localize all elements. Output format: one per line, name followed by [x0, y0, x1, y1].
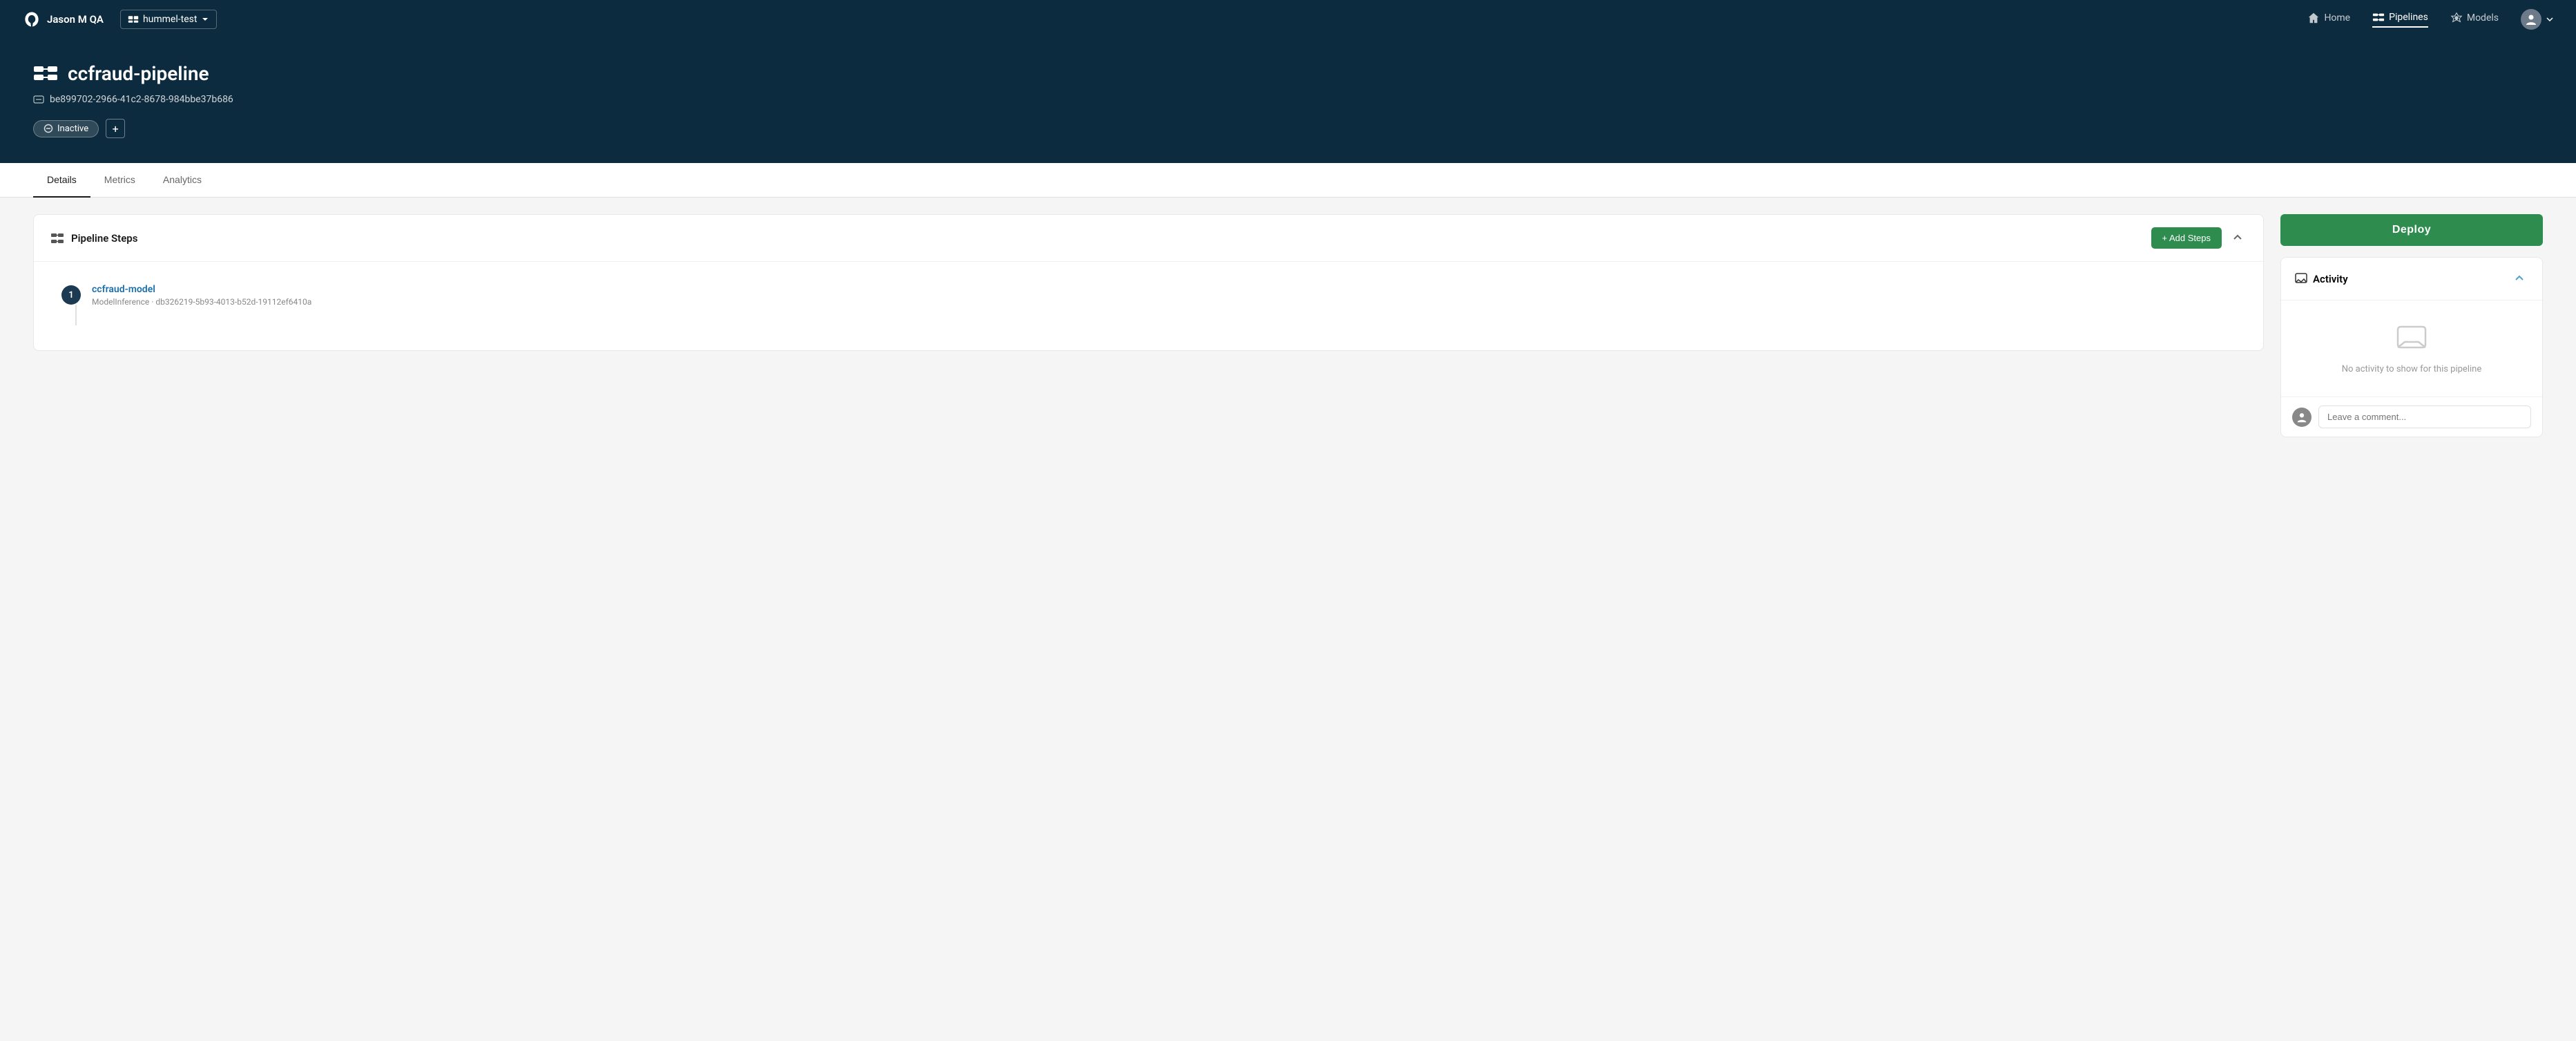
- home-icon: [2307, 12, 2320, 24]
- activity-icon: [2295, 273, 2307, 285]
- tab-metrics[interactable]: Metrics: [90, 163, 149, 198]
- nav-home-link[interactable]: Home: [2307, 12, 2350, 27]
- empty-activity-text: No activity to show for this pipeline: [2295, 364, 2528, 374]
- activity-chevron-up-icon: [2513, 271, 2526, 284]
- models-icon: [2450, 12, 2463, 24]
- collapse-button[interactable]: [2229, 228, 2247, 248]
- steps-icon: [50, 231, 64, 245]
- step-type: ModelInference: [92, 297, 149, 307]
- step-connector: [75, 305, 77, 325]
- brand-logo: Jason M QA: [22, 10, 104, 29]
- add-steps-button[interactable]: + Add Steps: [2151, 227, 2222, 249]
- step-info: ccfraud-model ModelInference · db326219-…: [92, 284, 2236, 307]
- navbar: Jason M QA hummel-test Home: [0, 0, 2576, 39]
- deploy-button[interactable]: Deploy: [2280, 214, 2543, 246]
- step-indicator: 1: [61, 284, 81, 325]
- comment-input[interactable]: [2318, 405, 2531, 428]
- activity-card: Activity No activity to show for this pi…: [2280, 257, 2543, 437]
- hero-section: ccfraud-pipeline be899702-2966-41c2-8678…: [0, 39, 2576, 163]
- hero-subtitle: be899702-2966-41c2-8678-984bbe37b686: [33, 94, 2543, 105]
- workspace-label: hummel-test: [143, 14, 198, 25]
- nav-models-label: Models: [2467, 12, 2499, 23]
- tab-analytics[interactable]: Analytics: [149, 163, 215, 198]
- comment-avatar: [2292, 408, 2311, 427]
- tabs-bar: Details Metrics Analytics: [0, 163, 2576, 198]
- step-item: 1 ccfraud-model ModelInference · db32621…: [50, 276, 2247, 334]
- activity-header: Activity: [2281, 258, 2542, 300]
- add-tag-button[interactable]: +: [106, 119, 125, 138]
- step-id: db326219-5b93-4013-b52d-19112ef6410a: [155, 297, 311, 307]
- hero-badges: Inactive +: [33, 119, 2543, 138]
- chevron-up-icon: [2231, 231, 2244, 243]
- workspace-icon: [128, 14, 139, 25]
- right-panel: Deploy Activity: [2280, 214, 2543, 437]
- navbar-right: Home Pipelines Models: [2307, 9, 2554, 30]
- empty-activity-icon: [2395, 323, 2428, 356]
- activity-title: Activity: [2295, 273, 2348, 285]
- left-panel: Pipeline Steps + Add Steps 1: [33, 214, 2264, 351]
- pipeline-steps-card: Pipeline Steps + Add Steps 1: [33, 214, 2264, 351]
- user-avatar[interactable]: [2521, 9, 2541, 30]
- step-meta: ModelInference · db326219-5b93-4013-b52d…: [92, 297, 2236, 307]
- card-actions: + Add Steps: [2151, 227, 2247, 249]
- card-header: Pipeline Steps + Add Steps: [34, 215, 2263, 262]
- hero-title: ccfraud-pipeline: [33, 61, 2543, 86]
- inactive-icon: [44, 124, 53, 133]
- add-icon: +: [113, 122, 119, 135]
- step-name[interactable]: ccfraud-model: [92, 284, 2236, 295]
- wallaroo-logo-icon: [22, 10, 41, 29]
- workspace-chevron-icon: [201, 15, 209, 23]
- brand-name: Jason M QA: [47, 13, 104, 26]
- nav-home-label: Home: [2324, 12, 2350, 23]
- user-menu[interactable]: [2521, 9, 2554, 30]
- status-badge: Inactive: [33, 120, 99, 137]
- nav-models-link[interactable]: Models: [2450, 12, 2499, 27]
- pipeline-hero-icon: [33, 61, 58, 86]
- tab-details[interactable]: Details: [33, 163, 90, 198]
- step-number: 1: [61, 285, 81, 305]
- pipelines-icon: [2372, 11, 2385, 23]
- activity-comment-bar: [2281, 397, 2542, 437]
- comment-avatar-icon: [2296, 411, 2308, 423]
- pipeline-name: ccfraud-pipeline: [68, 62, 209, 85]
- card-title-text: Pipeline Steps: [71, 232, 137, 245]
- activity-body: No activity to show for this pipeline: [2281, 300, 2542, 397]
- main-content: Pipeline Steps + Add Steps 1: [0, 198, 2576, 454]
- avatar-icon: [2524, 12, 2538, 26]
- status-label: Inactive: [57, 124, 88, 134]
- pipeline-steps-body: 1 ccfraud-model ModelInference · db32621…: [34, 262, 2263, 350]
- id-icon: [33, 94, 44, 105]
- pipeline-id: be899702-2966-41c2-8678-984bbe37b686: [50, 94, 233, 105]
- activity-collapse-button[interactable]: [2510, 269, 2528, 289]
- nav-pipelines-label: Pipelines: [2389, 12, 2428, 23]
- empty-comment-icon: [2395, 323, 2428, 356]
- activity-title-text: Activity: [2313, 273, 2348, 285]
- user-chevron-icon: [2546, 15, 2554, 23]
- workspace-selector[interactable]: hummel-test: [120, 10, 218, 29]
- card-title: Pipeline Steps: [50, 231, 137, 245]
- navbar-left: Jason M QA hummel-test: [22, 10, 217, 29]
- nav-pipelines-link[interactable]: Pipelines: [2372, 11, 2428, 28]
